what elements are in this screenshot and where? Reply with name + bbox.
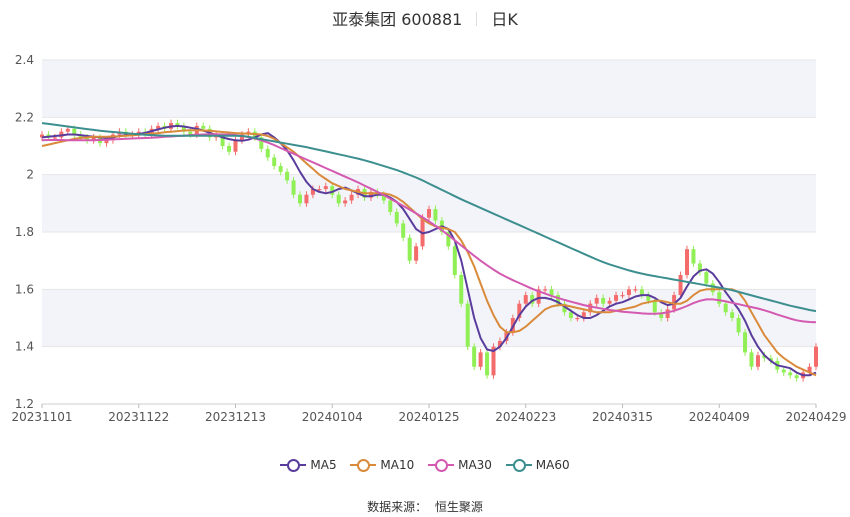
y-tick-label: 2.4 (15, 53, 34, 67)
data-source: 数据来源： 恒生聚源 (0, 498, 850, 515)
candle[interactable] (691, 249, 696, 264)
candle[interactable] (781, 369, 786, 373)
candlestick-chart: 1.21.41.61.822.22.4 20231101 20231122 2023… (11, 53, 847, 424)
legend-item-ma10[interactable]: MA10 (350, 458, 414, 472)
candle[interactable] (568, 312, 573, 318)
candle[interactable] (478, 352, 483, 367)
candle[interactable] (755, 355, 760, 367)
candle[interactable] (52, 137, 57, 139)
ma30-swatch-icon (428, 458, 455, 472)
legend-item-ma30[interactable]: MA30 (428, 458, 492, 472)
legend-label: MA10 (380, 458, 415, 472)
candle[interactable] (388, 200, 393, 212)
candle[interactable] (265, 148, 270, 158)
candle[interactable] (452, 246, 457, 275)
y-tick-label: 1.4 (15, 340, 34, 354)
x-tick-label: 20231122 (108, 410, 169, 424)
plot-band (42, 60, 816, 118)
ma60-swatch-icon (505, 458, 532, 472)
candle[interactable] (743, 332, 748, 353)
candle[interactable] (465, 303, 470, 347)
legend-label: MA5 (310, 458, 337, 472)
candle[interactable] (794, 375, 799, 379)
candle[interactable] (814, 346, 818, 367)
x-axis-ticks: 20231101 20231122 20231213 20240104 20240125… (11, 404, 847, 424)
x-tick-label: 20240104 (302, 410, 363, 424)
source-name: 恒生聚源 (434, 500, 483, 514)
candle[interactable] (291, 180, 296, 195)
candle[interactable] (336, 194, 341, 204)
candle[interactable] (736, 318, 741, 333)
candle[interactable] (626, 289, 631, 296)
candle[interactable] (614, 295, 619, 301)
candle[interactable] (298, 194, 302, 204)
candle[interactable] (633, 289, 638, 291)
candle[interactable] (343, 200, 348, 204)
x-tick-label: 20240223 (495, 410, 556, 424)
candle[interactable] (272, 157, 277, 167)
candle[interactable] (472, 346, 477, 367)
candle[interactable] (233, 140, 238, 152)
candle[interactable] (401, 223, 406, 238)
candle[interactable] (304, 194, 309, 204)
candle[interactable] (652, 300, 657, 313)
x-tick-label: 20231101 (11, 410, 72, 424)
plot-bands (42, 60, 816, 347)
candle[interactable] (317, 189, 322, 191)
ma5-swatch-icon (280, 458, 307, 472)
y-tick-label: 2.2 (15, 110, 34, 124)
legend-label: MA60 (535, 458, 570, 472)
candle[interactable] (607, 300, 612, 304)
y-tick-label: 1.2 (15, 397, 34, 411)
candle[interactable] (227, 146, 232, 152)
candle[interactable] (543, 289, 548, 291)
x-tick-label: 20231213 (205, 410, 266, 424)
candle[interactable] (549, 289, 554, 296)
candle[interactable] (730, 312, 735, 318)
y-tick-label: 1.6 (15, 282, 34, 296)
x-tick-label: 20240125 (398, 410, 459, 424)
candle[interactable] (710, 283, 715, 293)
candle[interactable] (717, 292, 722, 304)
candle[interactable] (65, 128, 70, 132)
candle[interactable] (427, 209, 431, 218)
x-tick-label: 20240429 (785, 410, 846, 424)
ma10-swatch-icon (350, 458, 377, 472)
source-label: 数据来源： (367, 500, 428, 514)
candle[interactable] (601, 297, 606, 304)
legend-item-ma5[interactable]: MA5 (280, 458, 337, 472)
candle[interactable] (459, 275, 464, 304)
candle[interactable] (523, 295, 528, 304)
candle[interactable] (620, 295, 625, 297)
candle[interactable] (394, 211, 399, 224)
y-tick-label: 2 (26, 168, 34, 182)
y-axis-ticks: 1.2 1.4 1.6 1.8 2 2.2 2.4 (15, 53, 34, 411)
legend-item-ma60[interactable]: MA60 (505, 458, 570, 472)
x-tick-label: 20240409 (689, 410, 750, 424)
candle[interactable] (433, 209, 438, 221)
candle[interactable] (323, 186, 328, 189)
candle[interactable] (594, 297, 599, 304)
candle[interactable] (201, 125, 206, 129)
candle[interactable] (723, 303, 728, 313)
candle[interactable] (575, 318, 580, 320)
candle[interactable] (349, 194, 354, 201)
candle[interactable] (685, 249, 689, 275)
candle[interactable] (678, 275, 683, 296)
candle[interactable] (278, 166, 283, 172)
candle[interactable] (485, 352, 490, 376)
candle[interactable] (407, 237, 412, 261)
candle[interactable] (285, 171, 290, 181)
legend: MA5 MA10 MA30 MA60 (0, 458, 850, 475)
plot-band (42, 289, 816, 347)
candle[interactable] (414, 246, 419, 261)
candle[interactable] (749, 352, 754, 367)
candle[interactable] (704, 272, 709, 284)
candle[interactable] (788, 372, 793, 376)
candle[interactable] (665, 309, 670, 318)
legend-label: MA30 (458, 458, 492, 472)
y-tick-label: 1.8 (15, 225, 34, 239)
x-tick-label: 20240315 (592, 410, 653, 424)
